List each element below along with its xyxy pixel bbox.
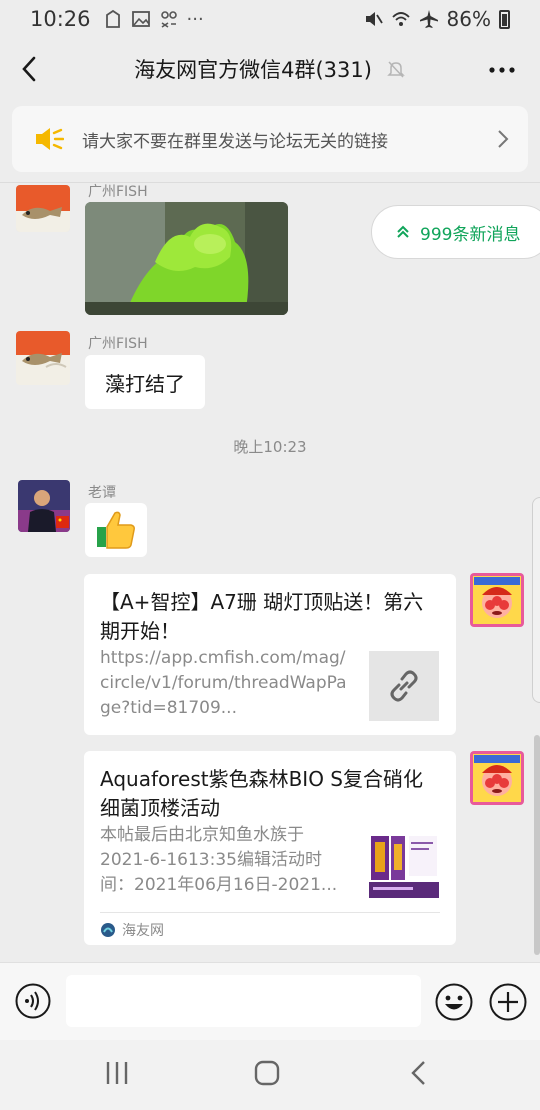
group-name: 海友网官方微信4群(331) (134, 58, 372, 82)
system-navigation-bar (0, 1040, 540, 1110)
article-card-title: Aquaforest紫色森林BIO S复合硝化细菌顶楼活动 (100, 767, 423, 820)
status-time: 10:26 (30, 7, 91, 31)
my-avatar[interactable] (470, 573, 524, 627)
emoji-icon[interactable] (435, 983, 473, 1021)
notification-icons: ··· (103, 9, 204, 30)
sender-name: 老谭 (88, 485, 116, 501)
link-thumbnail (369, 651, 439, 721)
scrollbar[interactable] (534, 735, 540, 955)
muted-bell-icon (387, 61, 405, 78)
avatar[interactable] (16, 331, 70, 385)
group-notice-banner[interactable]: 请大家不要在群里发送与论坛无关的链接 (12, 106, 528, 172)
thumbs-up-icon (97, 511, 135, 549)
double-chevron-up-icon (397, 225, 409, 238)
divider (0, 182, 540, 183)
notice-text: 请大家不要在群里发送与论坛无关的链接 (82, 131, 388, 152)
input-bar (0, 962, 540, 1040)
edge-panel-handle[interactable] (532, 497, 540, 703)
system-back-icon[interactable] (406, 1060, 432, 1086)
link-card[interactable]: 【A+智控】A7珊 瑚灯顶贴送！第六期开始！ https://app.cmfis… (84, 574, 456, 735)
card-divider (100, 912, 440, 913)
article-thumbnail (369, 828, 439, 898)
message-input[interactable] (66, 975, 421, 1027)
sender-name: 广州FISH (88, 184, 148, 200)
mute-icon (365, 12, 383, 26)
image-message[interactable] (85, 202, 288, 315)
emoji-message-bubble[interactable] (85, 503, 147, 557)
speaker-icon (36, 128, 64, 150)
battery-icon (499, 9, 510, 29)
message-text: 藻打结了 (105, 371, 185, 396)
article-card[interactable]: Aquaforest紫色森林BIO S复合硝化细菌顶楼活动 本帖最后由北京知鱼水… (84, 751, 456, 945)
voice-input-icon[interactable] (15, 983, 51, 1019)
battery-percent: 86% (446, 7, 491, 31)
article-card-description: 本帖最后由北京知鱼水族于2021-6-1613:35编辑活动时间：2021年06… (100, 825, 338, 895)
wifi-icon (391, 12, 410, 26)
shuffle-icon (160, 11, 177, 28)
airplane-icon (419, 10, 438, 28)
my-avatar[interactable] (470, 751, 524, 805)
clipboard-icon (105, 9, 120, 28)
more-options-icon[interactable] (488, 66, 516, 74)
text-message-bubble[interactable]: 藻打结了 (85, 355, 205, 409)
new-messages-button[interactable]: 999条新消息 (371, 205, 540, 259)
system-status: 86% (363, 7, 510, 31)
recent-apps-icon[interactable] (104, 1060, 130, 1086)
gallery-icon (131, 11, 150, 27)
plus-icon[interactable] (489, 983, 527, 1021)
home-icon[interactable] (254, 1060, 280, 1086)
article-source: 海友网 (100, 920, 164, 940)
status-bar: 10:26 ··· 86% (0, 0, 540, 38)
chevron-right-icon (498, 130, 509, 148)
sender-name: 广州FISH (88, 336, 148, 352)
new-messages-label: 999条新消息 (420, 224, 521, 245)
site-logo-icon (101, 923, 115, 937)
chat-title: 海友网官方微信4群(331) (134, 54, 406, 84)
link-card-title: 【A+智控】A7珊 瑚灯顶贴送！第六期开始！ (100, 590, 424, 643)
link-icon (390, 670, 418, 702)
time-separator: 晚上10:23 (233, 438, 307, 456)
source-name: 海友网 (122, 923, 164, 939)
avatar[interactable] (16, 185, 70, 232)
back-arrow-icon[interactable] (16, 52, 46, 86)
link-card-url: https://app.cmfish.com/mag/circle/v1/for… (100, 648, 347, 718)
more-notifications: ··· (186, 8, 204, 30)
chat-header: 海友网官方微信4群(331) (0, 38, 540, 100)
avatar[interactable] (18, 480, 70, 532)
